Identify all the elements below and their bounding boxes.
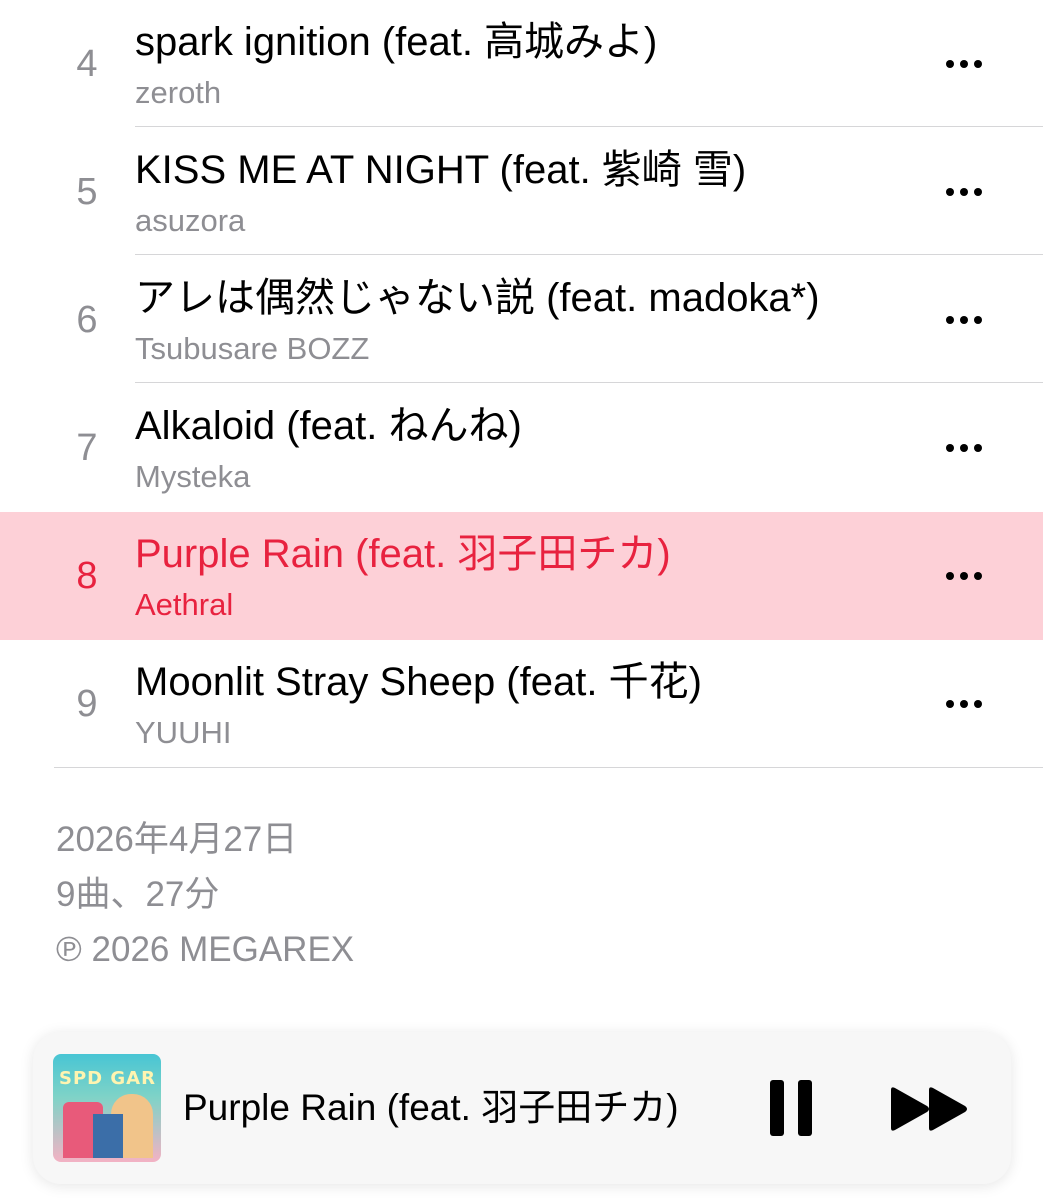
list-end-divider xyxy=(54,767,1043,768)
track-title: spark ignition (feat. 高城みよ) xyxy=(135,20,658,64)
mini-player[interactable]: SPD GAR Purple Rain (feat. 羽子田チカ) xyxy=(33,1032,1011,1184)
release-date: 2026年4月27日 xyxy=(56,820,298,859)
track-title: アレは偶然じゃない説 (feat. madoka*) xyxy=(135,276,820,320)
more-options-button[interactable] xyxy=(935,556,993,596)
ellipsis-icon xyxy=(946,60,954,68)
track-artist: zeroth xyxy=(135,75,222,110)
artwork-logo-text: SPD GAR xyxy=(59,1068,156,1089)
more-options-button[interactable] xyxy=(935,44,993,84)
track-number: 5 xyxy=(76,171,98,213)
track-artist: Aethral xyxy=(135,587,234,622)
ellipsis-icon xyxy=(946,188,954,196)
track-artist: Tsubusare BOZZ xyxy=(135,331,370,366)
track-artist: asuzora xyxy=(135,203,246,238)
track-row-8-now-playing[interactable]: 8 Purple Rain (feat. 羽子田チカ) Aethral xyxy=(0,512,1043,640)
track-row-4[interactable]: 4 spark ignition (feat. 高城みよ) zeroth xyxy=(0,0,1043,128)
track-title: KISS ME AT NIGHT (feat. 紫崎 雪) xyxy=(135,148,747,192)
ellipsis-icon xyxy=(946,572,954,580)
album-info: 2026年4月27日 9曲、27分 ℗ 2026 MEGAREX xyxy=(56,812,354,977)
fast-forward-icon xyxy=(891,1087,967,1131)
more-options-button[interactable] xyxy=(935,300,993,340)
more-options-button[interactable] xyxy=(935,428,993,468)
pause-icon xyxy=(770,1080,784,1136)
track-title: Purple Rain (feat. 羽子田チカ) xyxy=(135,532,671,576)
track-count-duration: 9曲、27分 xyxy=(56,875,220,914)
divider xyxy=(135,382,1043,383)
ellipsis-icon xyxy=(946,700,954,708)
track-number: 7 xyxy=(76,427,98,469)
track-title: Alkaloid (feat. ねんね) xyxy=(135,404,522,448)
track-artist: Mysteka xyxy=(135,459,251,494)
album-artwork[interactable]: SPD GAR xyxy=(53,1054,161,1162)
ellipsis-icon xyxy=(946,444,954,452)
track-number: 6 xyxy=(76,299,98,341)
track-title: Moonlit Stray Sheep (feat. 千花) xyxy=(135,660,702,704)
divider xyxy=(135,126,1043,127)
track-row-9[interactable]: 9 Moonlit Stray Sheep (feat. 千花) YUUHI xyxy=(0,640,1043,768)
divider xyxy=(135,254,1043,255)
now-playing-title[interactable]: Purple Rain (feat. 羽子田チカ) xyxy=(183,1084,679,1132)
track-number: 9 xyxy=(76,683,98,725)
track-row-7[interactable]: 7 Alkaloid (feat. ねんね) Mysteka xyxy=(0,384,1043,512)
track-number: 4 xyxy=(76,43,98,85)
more-options-button[interactable] xyxy=(935,172,993,212)
track-artist: YUUHI xyxy=(135,715,232,750)
pause-button[interactable] xyxy=(768,1080,814,1136)
track-row-6[interactable]: 6 アレは偶然じゃない説 (feat. madoka*) Tsubusare B… xyxy=(0,256,1043,384)
track-number: 8 xyxy=(76,555,98,597)
ellipsis-icon xyxy=(946,316,954,324)
track-row-5[interactable]: 5 KISS ME AT NIGHT (feat. 紫崎 雪) asuzora xyxy=(0,128,1043,256)
more-options-button[interactable] xyxy=(935,684,993,724)
skip-forward-button[interactable] xyxy=(889,1086,971,1132)
copyright: ℗ 2026 MEGAREX xyxy=(56,930,355,969)
